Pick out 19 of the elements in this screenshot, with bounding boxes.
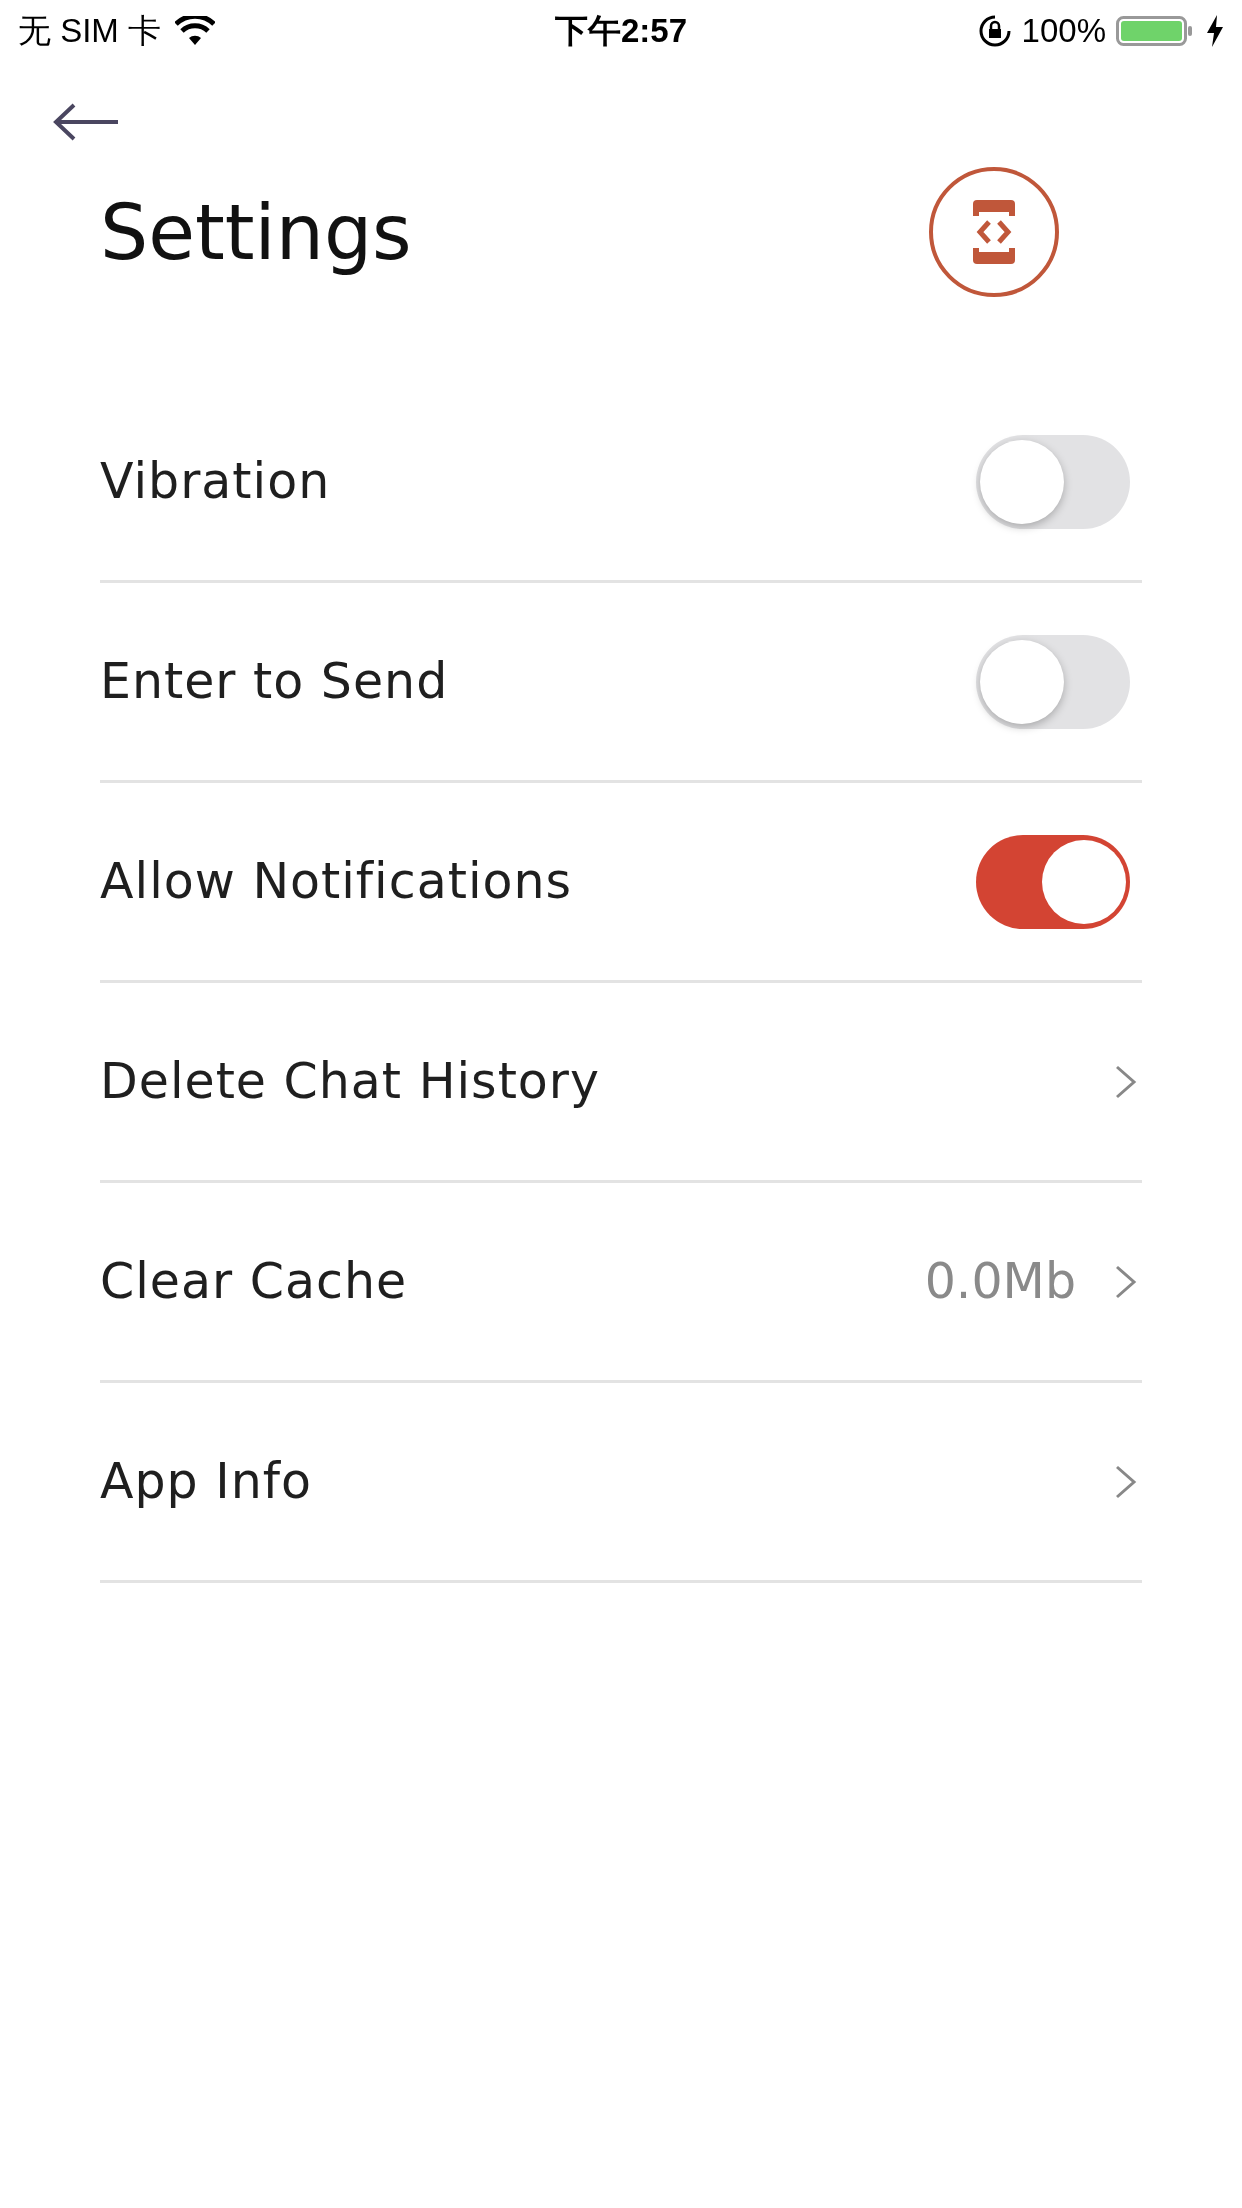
battery-percent: 100% [1021, 12, 1106, 50]
setting-label: Allow Notifications [100, 853, 574, 910]
chevron-icon[interactable] [1114, 1063, 1138, 1100]
setting-label: Enter to Send [100, 653, 450, 710]
cache-size: 0.0Mb [924, 1253, 1076, 1310]
code-phone-icon [928, 166, 1060, 298]
charging-icon [1206, 15, 1224, 47]
back-button[interactable] [52, 102, 120, 142]
carrier-text: 无 SIM 卡 [18, 10, 161, 51]
setting-label: App Info [100, 1453, 314, 1510]
clock-time: 下午2:57 [554, 10, 688, 51]
setting-label: Clear Cache [100, 1253, 409, 1310]
page-title: Settings [100, 187, 412, 277]
orientation-lock-icon [977, 14, 1012, 48]
setting-label: Vibration [100, 453, 332, 510]
setting-label: Delete Chat History [100, 1053, 601, 1110]
chevron-icon[interactable] [1114, 1263, 1138, 1300]
wifi-icon [175, 16, 215, 46]
chevron-icon[interactable] [1114, 1463, 1138, 1500]
